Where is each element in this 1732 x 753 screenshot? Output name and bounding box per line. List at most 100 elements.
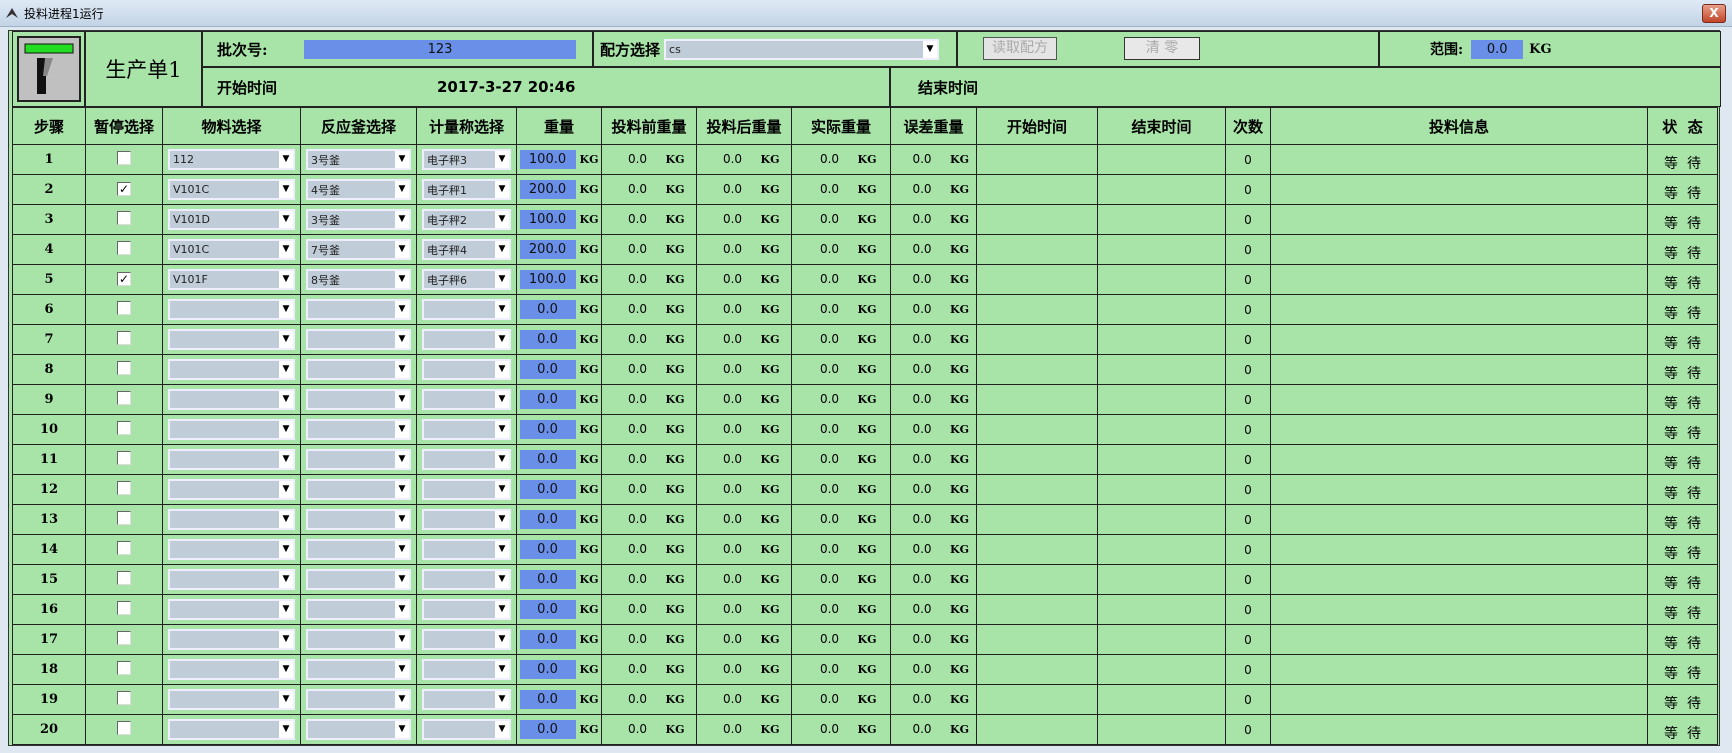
scale-select[interactable]: ▼ <box>422 599 511 620</box>
weight-input[interactable]: 0.0 <box>519 510 576 529</box>
material-select[interactable]: ▼ <box>168 629 295 650</box>
switch-icon[interactable] <box>17 36 81 102</box>
material-select[interactable]: ▼ <box>168 449 295 470</box>
weight-input[interactable]: 0.0 <box>519 300 576 319</box>
reactor-select[interactable]: ▼ <box>306 299 411 320</box>
material-select[interactable]: V101C ▼ <box>168 179 295 200</box>
pause-checkbox[interactable] <box>117 150 131 165</box>
material-select[interactable]: V101D ▼ <box>168 209 295 230</box>
weight-input[interactable]: 200.0 <box>519 180 576 199</box>
reactor-select[interactable]: ▼ <box>306 479 411 500</box>
reactor-select[interactable]: ▼ <box>306 509 411 530</box>
scale-select[interactable]: ▼ <box>422 419 511 440</box>
material-select[interactable]: ▼ <box>168 359 295 380</box>
weight-input[interactable]: 0.0 <box>519 390 576 409</box>
reactor-select[interactable]: ▼ <box>306 389 411 410</box>
reactor-select[interactable]: 3号釜 ▼ <box>306 209 411 230</box>
range-input[interactable]: 0.0 <box>1471 39 1524 59</box>
pause-checkbox[interactable] <box>117 660 131 675</box>
weight-input[interactable]: 0.0 <box>519 540 576 559</box>
weight-input[interactable]: 0.0 <box>519 630 576 649</box>
reactor-select[interactable]: ▼ <box>306 539 411 560</box>
reactor-select[interactable]: 4号釜 ▼ <box>306 179 411 200</box>
scale-select[interactable]: ▼ <box>422 299 511 320</box>
scale-select[interactable]: ▼ <box>422 689 511 710</box>
scale-select[interactable]: ▼ <box>422 449 511 470</box>
material-select[interactable]: 112 ▼ <box>168 149 295 170</box>
weight-input[interactable]: 200.0 <box>519 240 576 259</box>
weight-input[interactable]: 0.0 <box>519 480 576 499</box>
material-select[interactable]: ▼ <box>168 419 295 440</box>
scale-select[interactable]: ▼ <box>422 539 511 560</box>
pause-checkbox[interactable] <box>117 570 131 585</box>
weight-input[interactable]: 0.0 <box>519 660 576 679</box>
scale-select[interactable]: ▼ <box>422 629 511 650</box>
weight-input[interactable]: 0.0 <box>519 570 576 589</box>
material-select[interactable]: ▼ <box>168 509 295 530</box>
scale-select[interactable]: ▼ <box>422 389 511 410</box>
reactor-select[interactable]: ▼ <box>306 449 411 470</box>
recipe-select[interactable]: cs ▼ <box>664 38 940 60</box>
material-select[interactable]: ▼ <box>168 479 295 500</box>
scale-select[interactable]: 电子秤3 ▼ <box>422 149 511 170</box>
reactor-select[interactable]: 8号釜 ▼ <box>306 269 411 290</box>
pause-checkbox[interactable] <box>117 210 131 225</box>
weight-input[interactable]: 0.0 <box>519 360 576 379</box>
pause-checkbox[interactable] <box>117 690 131 705</box>
pause-checkbox[interactable] <box>117 390 131 405</box>
reactor-select[interactable]: ▼ <box>306 569 411 590</box>
reactor-select[interactable]: ▼ <box>306 419 411 440</box>
pause-checkbox[interactable] <box>117 510 131 525</box>
weight-input[interactable]: 0.0 <box>519 450 576 469</box>
scale-select[interactable]: 电子秤2 ▼ <box>422 209 511 230</box>
material-select[interactable]: V101C ▼ <box>168 239 295 260</box>
pause-checkbox[interactable]: ✓ <box>117 182 131 196</box>
weight-input[interactable]: 0.0 <box>519 720 576 739</box>
material-select[interactable]: ▼ <box>168 719 295 740</box>
weight-input[interactable]: 0.0 <box>519 330 576 349</box>
scale-select[interactable]: 电子秤4 ▼ <box>422 239 511 260</box>
material-select[interactable]: ▼ <box>168 299 295 320</box>
material-select[interactable]: ▼ <box>168 659 295 680</box>
scale-select[interactable]: 电子秤1 ▼ <box>422 179 511 200</box>
reactor-select[interactable]: 7号釜 ▼ <box>306 239 411 260</box>
reactor-select[interactable]: ▼ <box>306 659 411 680</box>
batch-input[interactable]: 123 <box>304 39 576 59</box>
scale-select[interactable]: ▼ <box>422 659 511 680</box>
weight-input[interactable]: 100.0 <box>519 150 576 169</box>
reactor-select[interactable]: ▼ <box>306 689 411 710</box>
close-button[interactable]: X <box>1702 4 1726 23</box>
reactor-select[interactable]: ▼ <box>306 599 411 620</box>
material-select[interactable]: V101F ▼ <box>168 269 295 290</box>
reactor-select[interactable]: ▼ <box>306 719 411 740</box>
reactor-select[interactable]: ▼ <box>306 359 411 380</box>
read-recipe-button[interactable]: 读取配方 <box>983 37 1057 60</box>
reactor-select[interactable]: ▼ <box>306 629 411 650</box>
weight-input[interactable]: 0.0 <box>519 690 576 709</box>
pause-checkbox[interactable] <box>117 420 131 435</box>
scale-select[interactable]: ▼ <box>422 719 511 740</box>
material-select[interactable]: ▼ <box>168 689 295 710</box>
pause-checkbox[interactable] <box>117 450 131 465</box>
scale-select[interactable]: ▼ <box>422 359 511 380</box>
weight-input[interactable]: 100.0 <box>519 210 576 229</box>
weight-input[interactable]: 100.0 <box>519 270 576 289</box>
weight-input[interactable]: 0.0 <box>519 420 576 439</box>
clear-button[interactable]: 清 零 <box>1124 37 1200 60</box>
pause-checkbox[interactable] <box>117 240 131 255</box>
pause-checkbox[interactable] <box>117 360 131 375</box>
pause-checkbox[interactable]: ✓ <box>117 272 131 286</box>
material-select[interactable]: ▼ <box>168 539 295 560</box>
pause-checkbox[interactable] <box>117 540 131 555</box>
pause-checkbox[interactable] <box>117 630 131 645</box>
scale-select[interactable]: ▼ <box>422 329 511 350</box>
material-select[interactable]: ▼ <box>168 389 295 410</box>
pause-checkbox[interactable] <box>117 720 131 735</box>
pause-checkbox[interactable] <box>117 330 131 345</box>
scale-select[interactable]: ▼ <box>422 509 511 530</box>
scale-select[interactable]: ▼ <box>422 479 511 500</box>
pause-checkbox[interactable] <box>117 600 131 615</box>
pause-checkbox[interactable] <box>117 480 131 495</box>
reactor-select[interactable]: ▼ <box>306 329 411 350</box>
material-select[interactable]: ▼ <box>168 329 295 350</box>
